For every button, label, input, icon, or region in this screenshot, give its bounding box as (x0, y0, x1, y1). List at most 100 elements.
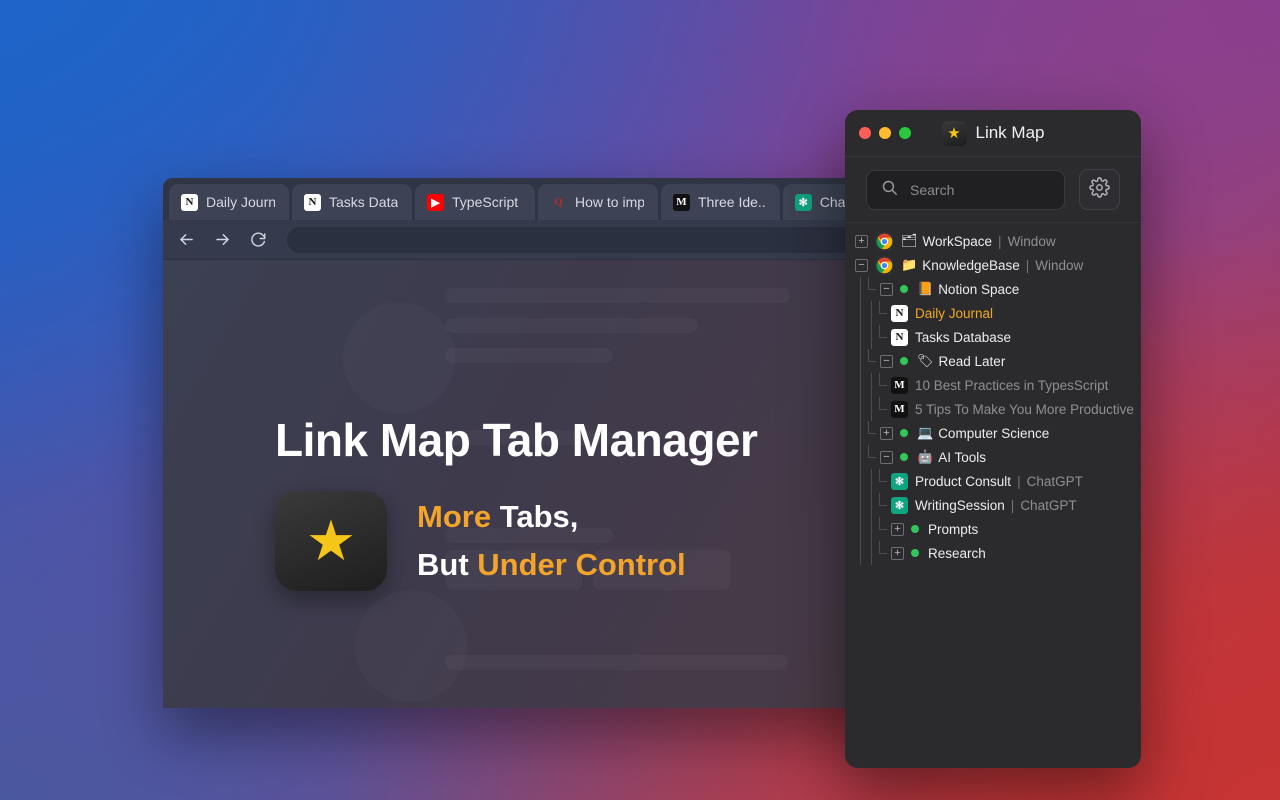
browser-tab[interactable]: N Daily Journal (169, 184, 289, 220)
browser-tab[interactable]: ▶ TypeScript .. (415, 184, 535, 220)
tree-guide (866, 373, 877, 397)
tagline-rest-1: Tabs, (491, 498, 579, 534)
tree-row-label: Read Later (938, 353, 1006, 369)
zoom-window-button[interactable] (899, 127, 911, 139)
tree-elbow (877, 517, 891, 541)
tree-guide (855, 469, 866, 493)
browser-toolbar (163, 220, 905, 260)
tree-guide (866, 469, 877, 493)
tree-row-label: Computer Science (938, 425, 1050, 441)
tree-elbow (877, 469, 891, 493)
tree-row-label: Prompts (928, 521, 979, 537)
tagline-accent-1: More (417, 498, 492, 534)
tree-row-workspace[interactable]: + 🗂 WorkSpace | Window (845, 229, 1141, 253)
tree-elbow (877, 397, 891, 421)
close-window-button[interactable] (859, 127, 871, 139)
tab-tree: + 🗂 WorkSpace | Window − 📁 KnowledgeBase | Window… (845, 223, 1141, 565)
tree-guide (855, 397, 866, 421)
hero-tagline: More Tabs, But Under Control (417, 493, 686, 589)
tree-elbow (877, 325, 891, 349)
tree-row-ts-best-practices[interactable]: M 10 Best Practices in TypesScript (845, 373, 1141, 397)
status-dot (900, 429, 908, 437)
collapse-toggle[interactable]: − (855, 258, 868, 272)
collapse-toggle[interactable]: − (880, 450, 893, 464)
tree-row-tasks-database[interactable]: N Tasks Database (845, 325, 1141, 349)
tree-row-research[interactable]: + Research (845, 541, 1141, 565)
minimize-window-button[interactable] (879, 127, 891, 139)
tree-row-ai-tools[interactable]: − 🤖 AI Tools (845, 445, 1141, 469)
tree-row-label: AI Tools (938, 449, 986, 465)
expand-toggle[interactable]: + (880, 426, 893, 440)
tree-row-label: Notion Space (938, 281, 1020, 297)
chrome-icon (875, 255, 894, 275)
tree-guide (855, 373, 866, 397)
tree-guide (855, 445, 866, 469)
browser-tab-label: Daily Journal (206, 194, 275, 210)
tree-guide (855, 301, 866, 325)
tree-row-five-tips[interactable]: M 5 Tips To Make You More Productive (845, 397, 1141, 421)
tagline-accent-2: Under Control (477, 547, 686, 582)
label-separator: | (1010, 497, 1015, 513)
gear-icon (1089, 176, 1110, 203)
settings-button[interactable] (1079, 169, 1120, 210)
address-bar[interactable] (287, 226, 893, 253)
tree-row-prompts[interactable]: + Prompts (845, 517, 1141, 541)
hero-section: Link Map Tab Manager ★ More Tabs, But Un… (275, 417, 758, 591)
tree-row-label: KnowledgeBase (922, 257, 1020, 273)
decor-blob (343, 302, 455, 414)
browser-tab[interactable]: M Three Ide.. (661, 184, 780, 220)
quora-icon: Q (554, 196, 563, 208)
browser-window: N Daily Journal N Tasks Data.. ▶ TypeScript .… (163, 178, 905, 708)
collapse-toggle[interactable]: − (880, 282, 893, 296)
label-separator: | (1025, 257, 1030, 273)
tree-guide (866, 541, 877, 565)
tree-row-read-later[interactable]: − 🏷 Read Later (845, 349, 1141, 373)
tree-guide (855, 493, 866, 517)
tree-elbow (877, 493, 891, 517)
node-emoji-icon: 📙 (917, 281, 934, 296)
tree-elbow (877, 541, 891, 565)
tree-row-daily-journal[interactable]: N Daily Journal (845, 301, 1141, 325)
decor-blob (355, 590, 467, 702)
skeleton-bar (445, 655, 788, 670)
tree-row-product-consult[interactable]: ✻ Product Consult | ChatGPT (845, 469, 1141, 493)
browser-tab[interactable]: N Tasks Data.. (292, 184, 412, 220)
skeleton-bar (445, 288, 790, 303)
tree-guide (866, 493, 877, 517)
tree-elbow (877, 373, 891, 397)
tree-row-label: Tasks Database (915, 329, 1012, 345)
panel-title: Link Map (975, 123, 1045, 142)
status-dot (911, 549, 919, 557)
tree-row-label: Daily Journal (915, 305, 994, 321)
back-icon[interactable] (175, 229, 197, 251)
skeleton-bar (445, 318, 698, 333)
node-emoji-icon: 🤖 (917, 449, 934, 464)
search-input[interactable]: Search (866, 169, 1065, 210)
expand-toggle[interactable]: + (891, 546, 904, 560)
tab-strip: N Daily Journal N Tasks Data.. ▶ TypeScript .… (163, 178, 905, 220)
search-icon (881, 179, 898, 201)
browser-tab-label: Three Ide.. (698, 194, 766, 210)
forward-icon[interactable] (211, 229, 233, 251)
tree-row-knowledgebase[interactable]: − 📁 KnowledgeBase | Window (845, 253, 1141, 277)
browser-tab[interactable]: Q How to imp.. (538, 184, 658, 220)
star-icon: ★ (305, 509, 357, 572)
expand-toggle[interactable]: + (855, 234, 868, 248)
tree-row-label: Product Consult (915, 473, 1012, 489)
tree-elbow (866, 445, 880, 469)
tree-row-label: 10 Best Practices in TypesScript (915, 377, 1109, 393)
tree-row-writing-session[interactable]: ✻ WritingSession | ChatGPT (845, 493, 1141, 517)
label-separator: | (1017, 473, 1021, 489)
browser-tab-label: TypeScript .. (452, 194, 521, 210)
reload-icon[interactable] (247, 229, 269, 251)
tree-row-notion-space[interactable]: − 📙 Notion Space (845, 277, 1141, 301)
search-placeholder: Search (910, 181, 955, 198)
collapse-toggle[interactable]: − (880, 354, 893, 368)
expand-toggle[interactable]: + (891, 522, 904, 536)
tree-row-suffix: Window (1035, 257, 1084, 273)
tree-guide (855, 325, 866, 349)
chatgpt-icon: ✻ (891, 472, 908, 490)
tagline-lead-2: But (417, 547, 478, 582)
tree-row-computer-science[interactable]: + 💻 Computer Science (845, 421, 1141, 445)
chatgpt-icon: ✻ (794, 193, 812, 211)
